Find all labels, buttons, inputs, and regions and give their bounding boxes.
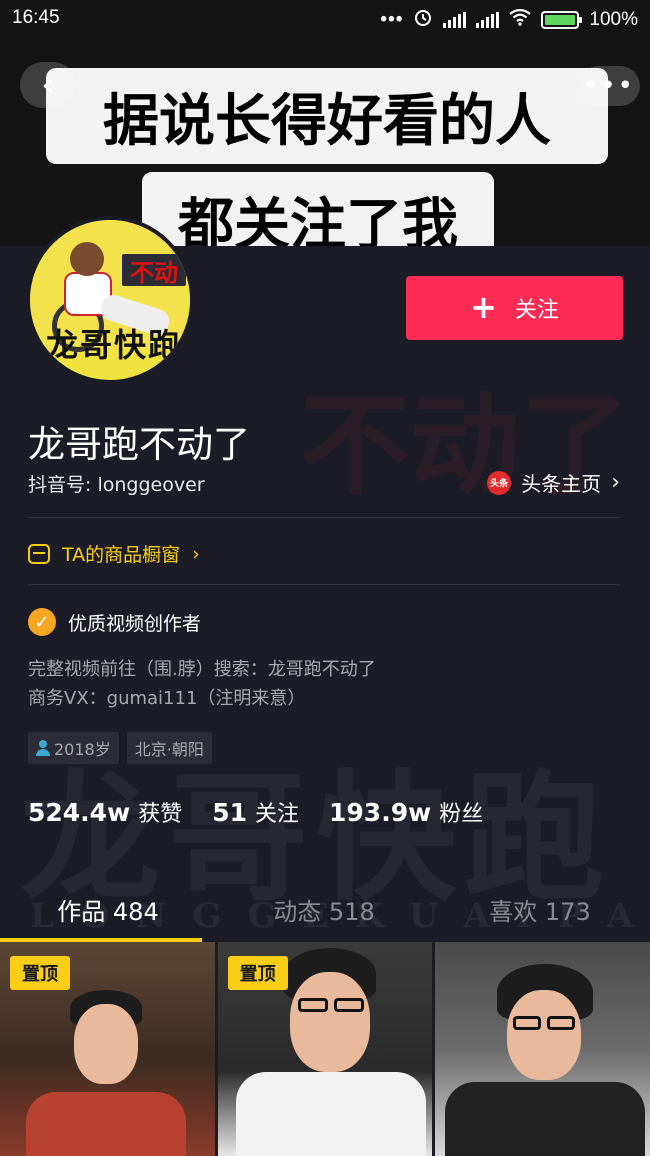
verified-label: 优质视频创作者: [68, 612, 202, 635]
divider: [28, 517, 620, 518]
toutiao-label: 头条主页: [521, 472, 602, 496]
signal-icon: [443, 12, 467, 28]
cover-text-line-1: 据说长得好看的人: [46, 68, 608, 164]
video-grid: 置顶 置顶: [0, 942, 650, 1156]
likes-count: 524.4w: [28, 798, 131, 827]
likes-stat[interactable]: 524.4w 获赞: [28, 796, 182, 828]
shop-window-link[interactable]: TA的商品橱窗 ›: [28, 540, 200, 567]
signal-icon-2: [476, 12, 500, 28]
status-time: 16:45: [12, 7, 60, 28]
verified-creator: ✓ 优质视频创作者: [28, 608, 201, 636]
followers-label: 粉丝: [439, 802, 484, 827]
shop-window-icon: [28, 543, 50, 564]
notification-dots-icon: •••: [380, 9, 404, 30]
more-button[interactable]: •••: [578, 66, 640, 106]
video-thumbnail[interactable]: 置顶: [0, 942, 215, 1156]
location-tag-label: 北京·朝阳: [134, 740, 204, 759]
person-icon: [36, 740, 50, 756]
toutiao-logo-icon: 头条: [487, 470, 512, 495]
chevron-right-icon: ›: [611, 470, 620, 495]
bio-line-2: 商务VX：gumai111（注明来意）: [28, 688, 306, 709]
video-thumbnail[interactable]: [435, 942, 650, 1156]
cover-text-line-2: 都关注了我: [142, 172, 494, 246]
profile-tabs: 作品 484 动态 518 喜欢 173: [0, 880, 650, 942]
back-button[interactable]: ‹: [20, 62, 76, 108]
battery-percent: 100%: [589, 9, 638, 30]
likes-label: 获赞: [138, 802, 183, 827]
location-tag: 北京·朝阳: [126, 732, 212, 764]
status-bar: 16:45 ••• 100%: [0, 0, 650, 36]
chevron-right-icon: ›: [192, 542, 200, 565]
follow-button-label: 关注: [514, 298, 559, 323]
tab-posts[interactable]: 动态 518: [216, 880, 432, 942]
profile-stats: 524.4w 获赞 51 关注 193.9w 粉丝: [28, 796, 483, 828]
avatar-badge-text: 不动: [122, 254, 186, 287]
chevron-left-icon: ‹: [41, 65, 55, 105]
tab-works[interactable]: 作品 484: [0, 880, 216, 942]
check-badge-icon: ✓: [28, 608, 56, 636]
shop-window-label: TA的商品橱窗: [62, 544, 181, 566]
cover-banner: 16:45 ••• 100% 据说长得好看的人 都关注了我 ‹ •••: [0, 0, 650, 246]
followers-stat[interactable]: 193.9w 粉丝: [329, 796, 483, 828]
avatar-brand-text: 龙哥快跑: [45, 326, 182, 364]
age-tag: 2018岁: [28, 732, 119, 764]
divider: [28, 584, 620, 585]
avatar[interactable]: 不动 龙哥快跑: [26, 216, 194, 384]
following-count: 51: [212, 798, 247, 827]
bio-line-1: 完整视频前往（围.脖）搜索：龙哥跑不动了: [28, 659, 376, 680]
profile-tags: 2018岁 北京·朝阳: [28, 732, 212, 764]
plus-icon: +: [470, 287, 497, 326]
status-right: ••• 100%: [380, 7, 638, 33]
wifi-icon: [509, 8, 532, 32]
following-label: 关注: [255, 802, 300, 827]
followers-count: 193.9w: [329, 798, 432, 827]
age-tag-label: 2018岁: [54, 740, 111, 759]
video-thumbnail[interactable]: 置顶: [217, 942, 433, 1156]
follow-button[interactable]: + 关注: [406, 276, 623, 340]
pinned-badge: 置顶: [227, 956, 288, 990]
more-dots-icon: •••: [582, 71, 635, 101]
douyin-id: 抖音号: longgeover: [28, 474, 205, 496]
tab-likes[interactable]: 喜欢 173: [432, 880, 648, 942]
profile-bio: 完整视频前往（围.脖）搜索：龙哥跑不动了 商务VX：gumai111（注明来意）: [28, 655, 376, 713]
alarm-icon: [413, 7, 433, 33]
profile-nickname: 龙哥跑不动了: [28, 423, 250, 466]
toutiao-homepage-link[interactable]: 头条 头条主页 ›: [487, 468, 620, 497]
pinned-badge: 置顶: [10, 956, 70, 990]
battery-icon: [541, 11, 583, 29]
following-stat[interactable]: 51 关注: [212, 796, 299, 828]
